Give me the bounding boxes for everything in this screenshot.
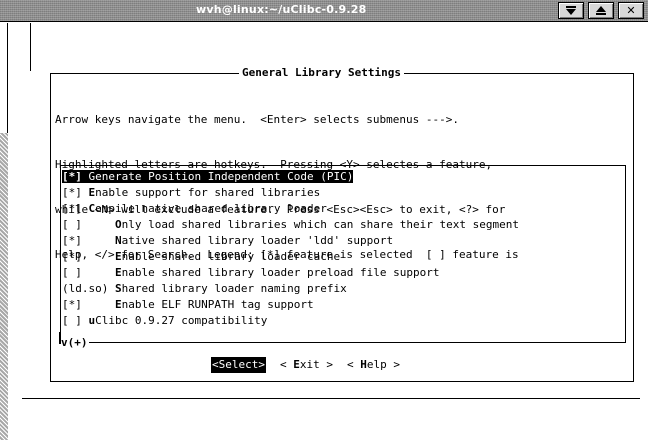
menu-down-icon: [566, 6, 576, 15]
help-label-rest: elp >: [366, 358, 400, 371]
menu-item-prefix: [ ]: [62, 266, 115, 279]
dialog-title: General Library Settings: [239, 66, 404, 80]
help-hotkey: H: [360, 358, 367, 371]
menu-item[interactable]: [*] Generate Position Independent Code (…: [61, 169, 623, 185]
menu-item-highlight: Generate Position Independent Code (PIC): [81, 170, 354, 183]
menu-item-hotkey: S: [114, 282, 122, 295]
scrollbar-thumb[interactable]: [0, 133, 8, 440]
window-close-button[interactable]: ✕: [618, 2, 644, 19]
window-maximize-button[interactable]: [588, 2, 614, 19]
window-menu-button[interactable]: [558, 2, 584, 19]
terminal-area[interactable]: General Library Settings Arrow keys navi…: [8, 23, 648, 440]
menu-item-prefix: [ ]: [62, 314, 89, 327]
exit-hotkey: E: [293, 358, 300, 371]
menu-item-hotkey: E: [114, 298, 122, 311]
menu-cursor: [*]: [62, 170, 82, 183]
menu-item[interactable]: [*] Compile native shared library loader: [61, 201, 623, 217]
menu-item-label: ative shared library loader 'ldd' suppor…: [121, 234, 394, 247]
menu-item-label: enerate Position Independent Code (PIC): [95, 170, 354, 183]
menu-item-hotkey: O: [114, 218, 122, 231]
window-titlebar[interactable]: wvh@linux:~/uClibc-0.9.28 ✕: [0, 0, 648, 22]
terminal-bottom-border: [22, 398, 640, 399]
menu-box: [*] Generate Position Independent Code (…: [59, 165, 626, 349]
close-icon: ✕: [626, 4, 636, 17]
exit-label-rest: xit >: [299, 358, 333, 371]
dialog-buttons: <Select> < Exit > < Help >: [211, 357, 400, 373]
menu-item-label: nable shared library loader preload file…: [121, 266, 440, 279]
help-button[interactable]: < Help >: [347, 357, 400, 373]
menu-item[interactable]: [*] Enable shared library loader cache: [61, 249, 623, 265]
menu-item-hotkey: N: [114, 234, 122, 247]
menu-item[interactable]: [*] Native shared library loader 'ldd' s…: [61, 233, 623, 249]
menu-item-prefix: [ ]: [62, 218, 115, 231]
terminal-scrollbar[interactable]: [0, 23, 8, 440]
menu-item-label: nly load shared libraries which can shar…: [121, 218, 519, 231]
menu-item-prefix: (ld.so): [62, 282, 115, 295]
menu-item-prefix: [*]: [62, 250, 115, 263]
menu-item[interactable]: [ ] Enable shared library loader preload…: [61, 265, 623, 281]
menu-item-hotkey: E: [114, 250, 122, 263]
menu-item[interactable]: [*] Enable ELF RUNPATH tag support: [61, 297, 623, 313]
menu-item-label: nable support for shared libraries: [95, 186, 321, 199]
exit-label-pre: <: [279, 358, 294, 371]
menu-item[interactable]: (ld.so) Shared library loader naming pre…: [61, 281, 623, 297]
menu-item-prefix: [*]: [62, 298, 115, 311]
menu-item-label: nable ELF RUNPATH tag support: [121, 298, 314, 311]
maximize-up-icon: [596, 6, 606, 15]
exit-button[interactable]: < Exit >: [280, 357, 333, 373]
menu-item-prefix: [*]: [62, 202, 89, 215]
menu-item-hotkey: E: [114, 266, 122, 279]
menu-item-prefix: [*]: [62, 186, 89, 199]
menu-item-label: nable shared library loader cache: [121, 250, 341, 263]
help-line: Arrow keys navigate the menu. <Enter> se…: [55, 113, 459, 126]
menu-item-prefix: [*]: [62, 234, 115, 247]
config-dialog: General Library Settings Arrow keys navi…: [50, 66, 634, 382]
menu-item-label: hared library loader naming prefix: [121, 282, 347, 295]
help-label-pre: <: [346, 358, 361, 371]
window-title: wvh@linux:~/uClibc-0.9.28: [196, 3, 367, 16]
menu-item-label: ompile native shared library loader: [95, 202, 327, 215]
menu-item[interactable]: [ ] Only load shared libraries which can…: [61, 217, 623, 233]
more-indicator: v(+): [61, 336, 89, 349]
menu-item[interactable]: [*] Enable support for shared libraries: [61, 185, 623, 201]
menu-item[interactable]: [ ] uClibc 0.9.27 compatibility: [61, 313, 623, 329]
menu-item-label: Clibc 0.9.27 compatibility: [95, 314, 268, 327]
menu-list: [*] Generate Position Independent Code (…: [61, 169, 623, 329]
select-button[interactable]: <Select>: [211, 357, 266, 373]
